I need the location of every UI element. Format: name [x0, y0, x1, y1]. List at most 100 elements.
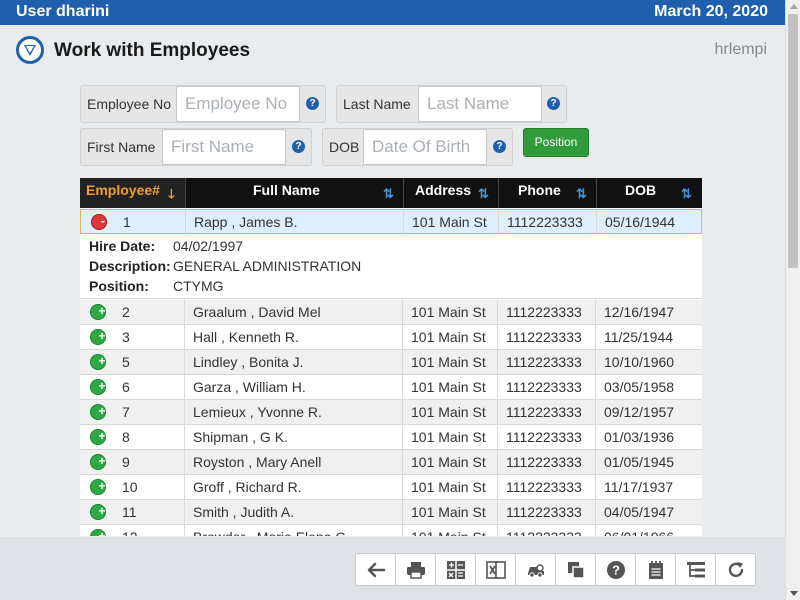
employee-no-cell: +5	[80, 350, 185, 375]
scroll-down-icon[interactable]	[790, 591, 798, 596]
full-name-cell: Royston , Mary Anell	[185, 450, 403, 475]
scroll-up-icon[interactable]	[790, 4, 798, 9]
help-icon[interactable]: ?	[306, 97, 319, 110]
dob: 10/10/1960	[604, 354, 675, 370]
expand-row-icon[interactable]: +	[90, 504, 106, 520]
phone-cell: 1112223333	[498, 450, 596, 475]
expand-row-icon[interactable]: +	[90, 329, 106, 345]
table-row[interactable]: - 1 Rapp , James B. 101 Main St 11122233…	[80, 209, 702, 235]
expand-row-icon[interactable]: +	[90, 379, 106, 395]
back-arrow-icon[interactable]	[355, 553, 396, 586]
expand-row-icon[interactable]: +	[90, 429, 106, 445]
car-icon[interactable]	[515, 553, 556, 586]
refresh-icon[interactable]	[715, 553, 756, 586]
table-row[interactable]: +7 Lemieux , Yvonne R. 101 Main St 11122233…	[80, 400, 702, 425]
table-row[interactable]: +2 Graalum , David Mel 101 Main St 11122233…	[80, 300, 702, 325]
table-row[interactable]: +9 Royston , Mary Anell 101 Main St 1112223…	[80, 450, 702, 475]
address-cell: 101 Main St	[403, 500, 498, 525]
top-bar: User dharini March 20, 2020	[0, 0, 785, 25]
vertical-scrollbar[interactable]	[785, 0, 800, 600]
address-cell: 101 Main St	[403, 350, 498, 375]
full-name-cell: Lemieux , Yvonne R.	[185, 400, 403, 425]
expand-row-icon[interactable]: +	[90, 404, 106, 420]
table-row[interactable]: +3 Hall , Kenneth R. 101 Main St 1112223333…	[80, 325, 702, 350]
dob-cell: 11/17/1937	[596, 475, 702, 500]
employee-no: 3	[122, 329, 130, 345]
expand-row-icon[interactable]: +	[90, 529, 106, 536]
employee-no: 11	[122, 504, 137, 520]
table-row[interactable]: +12Browder , Maria Elena C101 Main St111…	[80, 525, 702, 536]
column-label: Full Name	[253, 182, 320, 198]
sort-icon[interactable]: ⇅	[681, 186, 692, 202]
dob-input[interactable]	[363, 129, 487, 165]
table-row[interactable]: +5 Lindley , Bonita J. 101 Main St 11122233…	[80, 350, 702, 375]
column-full-name[interactable]: Full Name ⇅	[186, 178, 404, 208]
last-name-input[interactable]	[418, 86, 542, 122]
employee-no-cell: +10	[80, 475, 185, 500]
phone: 1112223333	[506, 379, 582, 395]
dob-cell: 10/10/1960	[596, 350, 702, 375]
sort-icon[interactable]: ⇅	[383, 186, 394, 202]
print-icon[interactable]	[395, 553, 436, 586]
full-name: Garza , William H.	[193, 379, 306, 395]
full-name: Lindley , Bonita J.	[193, 354, 304, 370]
full-name: Smith , Judith A.	[193, 504, 295, 520]
help-icon[interactable]: ?	[547, 97, 560, 110]
address-cell: 101 Main St	[403, 475, 498, 500]
sort-down-icon[interactable]: 🡓	[168, 185, 175, 207]
table-row[interactable]: +6 Garza , William H. 101 Main St 111222333…	[80, 375, 702, 400]
column-dob[interactable]: DOB ⇅	[597, 178, 702, 208]
table-row[interactable]: +8 Shipman , G K. 101 Main St 1112223333 01/…	[80, 425, 702, 450]
expand-row-icon[interactable]: +	[90, 479, 106, 495]
address: 101 Main St	[411, 454, 486, 470]
sort-icon[interactable]: ⇅	[576, 186, 587, 202]
employee-no: 2	[122, 304, 130, 320]
dob-cell: 05/16/1944	[597, 210, 701, 235]
help-icon[interactable]: ?	[595, 553, 636, 586]
title-bar: Work with Employees hrlempi	[0, 25, 785, 73]
employee-no-cell: +6	[80, 375, 185, 400]
page-title: Work with Employees	[54, 40, 251, 61]
help-icon[interactable]: ?	[292, 140, 305, 153]
excel-icon[interactable]	[475, 553, 516, 586]
address-cell: 101 Main St	[403, 450, 498, 475]
first-name-input[interactable]	[162, 129, 286, 165]
column-employee-no[interactable]: Employee# 🡓	[80, 178, 186, 208]
address-cell: 101 Main St	[403, 400, 498, 425]
employee-no-input[interactable]	[176, 86, 300, 122]
calculator-icon[interactable]	[435, 553, 476, 586]
tree-icon[interactable]	[675, 553, 716, 586]
table-row[interactable]: +10 Groff , Richard R. 101 Main St 11122233…	[80, 475, 702, 500]
sort-icon[interactable]: ⇅	[478, 186, 489, 202]
hire-date-value: 04/02/1997	[173, 238, 244, 254]
address: 101 Main St	[411, 354, 486, 370]
expand-row-icon[interactable]: +	[90, 304, 106, 320]
notepad-icon[interactable]	[635, 553, 676, 586]
phone: 1112223333	[506, 504, 582, 520]
expand-row-icon[interactable]: +	[90, 454, 106, 470]
position-button[interactable]: Position	[523, 128, 589, 157]
column-phone[interactable]: Phone ⇅	[499, 178, 597, 208]
employee-grid: Employee# 🡓 Full Name ⇅ Address ⇅ Phone …	[80, 178, 702, 536]
column-address[interactable]: Address ⇅	[404, 178, 499, 208]
address: 101 Main St	[411, 429, 486, 445]
phone: 1112223333	[506, 479, 582, 495]
expand-row-icon[interactable]: +	[90, 354, 106, 370]
collapse-row-icon[interactable]: -	[91, 214, 107, 230]
scroll-thumb[interactable]	[788, 14, 798, 268]
phone-cell: 1112223333	[498, 525, 596, 536]
employee-no: 1	[123, 214, 131, 230]
address: 101 Main St	[412, 214, 487, 230]
dob-cell: 09/12/1957	[596, 400, 702, 425]
address: 101 Main St	[411, 479, 486, 495]
full-name-cell: Smith , Judith A.	[185, 500, 403, 525]
program-name: hrlempi	[714, 41, 767, 58]
copy-windows-icon[interactable]	[555, 553, 596, 586]
help-icon[interactable]: ?	[493, 140, 506, 153]
toolbar: ?	[355, 553, 756, 586]
employee-no-filter: Employee No ?	[80, 85, 326, 123]
full-name: Hall , Kenneth R.	[193, 329, 299, 345]
column-label: Phone	[518, 182, 561, 198]
dob-label: DOB	[329, 139, 360, 155]
table-row[interactable]: +11 Smith , Judith A. 101 Main St 111222333…	[80, 500, 702, 525]
